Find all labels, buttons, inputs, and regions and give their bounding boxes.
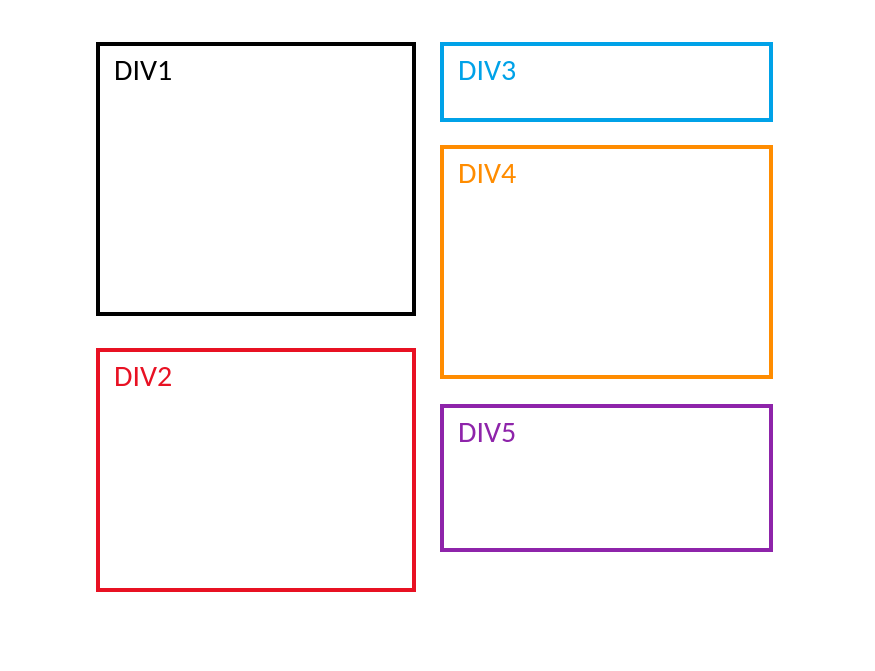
div3-box: DIV3 <box>440 42 773 122</box>
div4-label: DIV4 <box>458 155 516 192</box>
div1-label: DIV1 <box>114 52 172 89</box>
div5-label: DIV5 <box>458 414 516 451</box>
div1-box: DIV1 <box>96 42 416 316</box>
div2-label: DIV2 <box>114 358 172 395</box>
div4-box: DIV4 <box>440 145 773 379</box>
div5-box: DIV5 <box>440 404 773 552</box>
div2-box: DIV2 <box>96 348 416 592</box>
div3-label: DIV3 <box>458 52 516 89</box>
